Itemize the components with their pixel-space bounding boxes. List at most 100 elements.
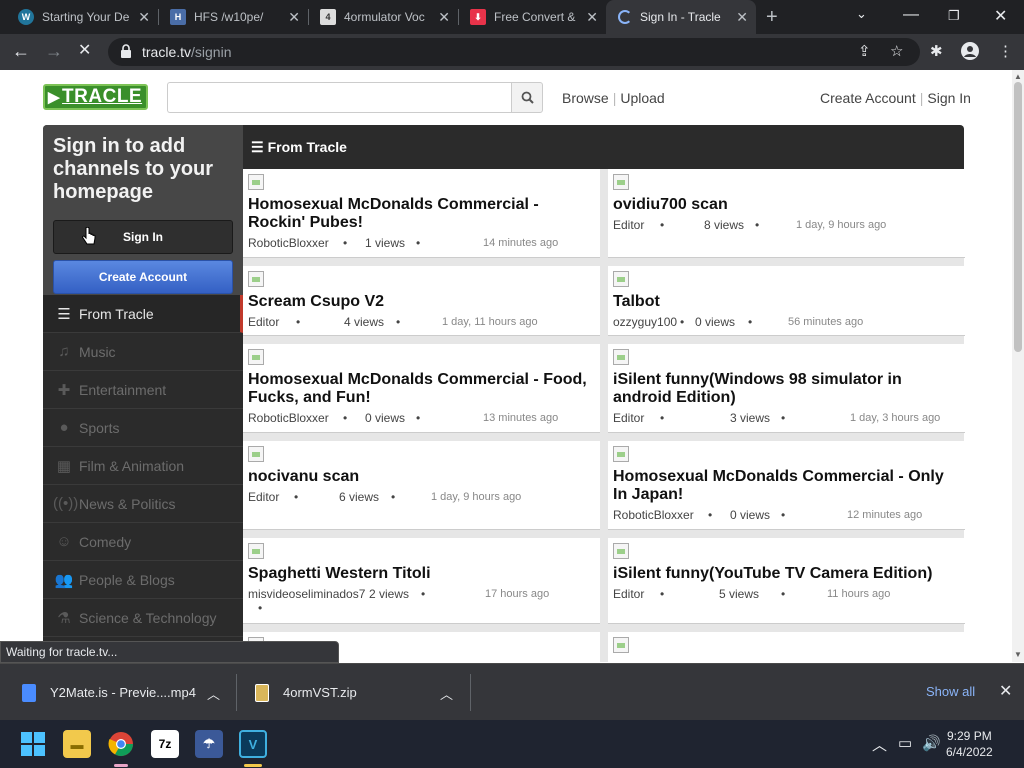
volume-icon[interactable]: 🔊 (922, 734, 941, 752)
file-explorer-icon[interactable]: ▬ (63, 730, 91, 758)
video-title[interactable]: Homosexual McDonalds Commercial - Food, … (248, 371, 595, 407)
video-title[interactable]: iSilent funny(Windows 98 simulator in an… (613, 371, 960, 407)
video-card[interactable]: iSilent funny(YouTube TV Camera Edition)… (608, 538, 965, 624)
video-title[interactable]: Homosexual McDonalds Commercial - Only I… (613, 468, 960, 504)
vegas-icon[interactable]: V (239, 730, 267, 758)
sidebar-item-sports[interactable]: ● Sports (43, 409, 243, 447)
video-card[interactable]: ovidiu700 scan Editor • 8 views • 1 day, 9 h… (608, 169, 965, 258)
video-author[interactable]: RoboticBloxxer (248, 236, 329, 250)
thumbnail-image[interactable] (613, 543, 629, 559)
browser-tab-3[interactable]: 4 4ormulator Voc ✕ (308, 0, 458, 34)
address-bar[interactable]: tracle.tv/signin ⇪ ☆ (108, 38, 920, 66)
menu-kebab-icon[interactable]: ⋮ (998, 43, 1013, 61)
sidebar-item-comedy[interactable]: ☺ Comedy (43, 523, 243, 561)
forward-icon[interactable]: → (45, 41, 63, 61)
thumbnail-image[interactable] (248, 543, 264, 559)
sidebar-item-people[interactable]: 👥 People & Blogs (43, 561, 243, 599)
system-clock[interactable]: 9:29 PM 6/4/2022 (946, 728, 993, 760)
scroll-down-icon[interactable]: ▼ (1014, 650, 1022, 659)
create-account-link[interactable]: Create Account (820, 90, 916, 106)
thumbnail-image[interactable] (613, 271, 629, 287)
close-icon[interactable]: ✕ (586, 9, 598, 25)
video-author[interactable]: ozzyguy100 (613, 315, 677, 329)
tray-chevron-icon[interactable]: ︿ (872, 734, 887, 755)
download-item-1[interactable]: Y2Mate.is - Previe....mp4 (22, 664, 196, 721)
video-title[interactable]: Homosexual McDonalds Commercial - Rockin… (248, 196, 595, 232)
video-card[interactable]: Talbot ozzyguy100 • 0 views • 56 minutes ago (608, 266, 965, 336)
browser-tab-2[interactable]: H HFS /w10pe/ ✕ (158, 0, 308, 34)
video-author[interactable]: RoboticBloxxer (613, 508, 694, 522)
minimize-icon[interactable]: — (903, 6, 919, 24)
thumbnail-image[interactable] (613, 174, 629, 190)
stop-loading-icon[interactable]: ✕ (78, 41, 91, 61)
search-button[interactable] (511, 82, 543, 113)
video-title[interactable]: nocivanu scan (248, 468, 595, 486)
video-author[interactable]: Editor (613, 587, 644, 601)
video-author[interactable]: misvideoseliminados7 (248, 587, 365, 601)
scroll-up-icon[interactable]: ▲ (1014, 72, 1022, 81)
upload-link[interactable]: Upload (620, 90, 664, 106)
thumbnail-image[interactable] (248, 349, 264, 365)
sidebar-item-news[interactable]: ((•)) News & Politics (43, 485, 243, 523)
close-icon[interactable]: ✕ (438, 9, 450, 25)
close-icon[interactable]: ✕ (736, 9, 748, 25)
video-author[interactable]: Editor (613, 218, 644, 232)
7zip-icon[interactable]: 7z (151, 730, 179, 758)
tab-search-icon[interactable]: ⌄ (856, 6, 867, 22)
app-icon[interactable]: ☂ (195, 730, 223, 758)
restore-icon[interactable]: ❐ (948, 8, 960, 24)
thumbnail-image[interactable] (248, 446, 264, 462)
sidebar-item-entertainment[interactable]: ✚ Entertainment (43, 371, 243, 409)
sign-in-button[interactable]: Sign In (53, 220, 233, 254)
video-title[interactable]: Spaghetti Western Titoli (248, 565, 595, 583)
thumbnail-image[interactable] (248, 271, 264, 287)
scrollbar-thumb[interactable] (1014, 82, 1022, 352)
thumbnail-image[interactable] (613, 637, 629, 653)
search-input[interactable] (167, 82, 511, 113)
close-icon[interactable]: ✕ (288, 9, 300, 25)
page-scrollbar[interactable]: ▲ ▼ (1012, 70, 1024, 662)
back-icon[interactable]: ← (12, 41, 30, 61)
thumbnail-image[interactable] (248, 174, 264, 190)
video-title[interactable]: Scream Csupo V2 (248, 293, 595, 311)
thumbnail-image[interactable] (613, 349, 629, 365)
video-card[interactable]: iSilent funny(Windows 98 simulator in an… (608, 344, 965, 433)
video-title[interactable]: Talbot (613, 293, 960, 311)
video-author[interactable]: Editor (613, 411, 644, 425)
browse-link[interactable]: Browse (562, 90, 609, 106)
video-card[interactable]: nocivanu scan Editor • 6 views • 1 day, 9 ho… (243, 441, 600, 530)
network-icon[interactable]: ▭ (898, 734, 912, 752)
sidebar-item-music[interactable]: ♫ Music (43, 333, 243, 371)
video-author[interactable]: Editor (248, 315, 279, 329)
window-close-icon[interactable]: ✕ (994, 6, 1007, 26)
video-card[interactable]: Homosexual McDonalds Commercial - Only I… (608, 441, 965, 530)
browser-tab-4[interactable]: ⬇ Free Convert & ✕ (458, 0, 606, 34)
sign-in-link[interactable]: Sign In (927, 90, 971, 106)
chevron-up-icon[interactable]: ︿ (440, 684, 453, 703)
video-card[interactable] (608, 632, 965, 662)
video-card[interactable]: Scream Csupo V2 Editor • 4 views • 1 day, 11… (243, 266, 600, 336)
tracle-logo[interactable]: ▶ TRACLE (43, 84, 148, 110)
close-icon[interactable]: ✕ (138, 9, 150, 25)
close-shelf-icon[interactable]: ✕ (999, 681, 1012, 701)
new-tab-icon[interactable]: + (766, 6, 778, 29)
video-card[interactable]: Spaghetti Western Titoli misvideoselimin… (243, 538, 600, 624)
bookmark-star-icon[interactable]: ☆ (890, 43, 903, 61)
sidebar-item-film[interactable]: ▦ Film & Animation (43, 447, 243, 485)
profile-icon[interactable] (961, 42, 979, 60)
thumbnail-image[interactable] (613, 446, 629, 462)
chrome-icon[interactable] (107, 730, 135, 758)
video-card[interactable]: Homosexual McDonalds Commercial - Food, … (243, 344, 600, 433)
sidebar-item-science[interactable]: ⚗ Science & Technology (43, 599, 243, 637)
windows-start-icon[interactable] (19, 730, 47, 758)
download-item-2[interactable]: 4ormVST.zip (255, 664, 357, 721)
create-account-button[interactable]: Create Account (53, 260, 233, 294)
browser-tab-active[interactable]: Sign In - Tracle ✕ (606, 0, 756, 34)
extensions-icon[interactable]: ✱ (930, 43, 943, 61)
video-author[interactable]: RoboticBloxxer (248, 411, 329, 425)
share-icon[interactable]: ⇪ (858, 43, 871, 61)
chevron-up-icon[interactable]: ︿ (207, 684, 220, 703)
video-title[interactable]: ovidiu700 scan (613, 196, 960, 214)
video-card[interactable]: Homosexual McDonalds Commercial - Rockin… (243, 169, 600, 258)
browser-tab-1[interactable]: W Starting Your De ✕ (6, 0, 158, 34)
